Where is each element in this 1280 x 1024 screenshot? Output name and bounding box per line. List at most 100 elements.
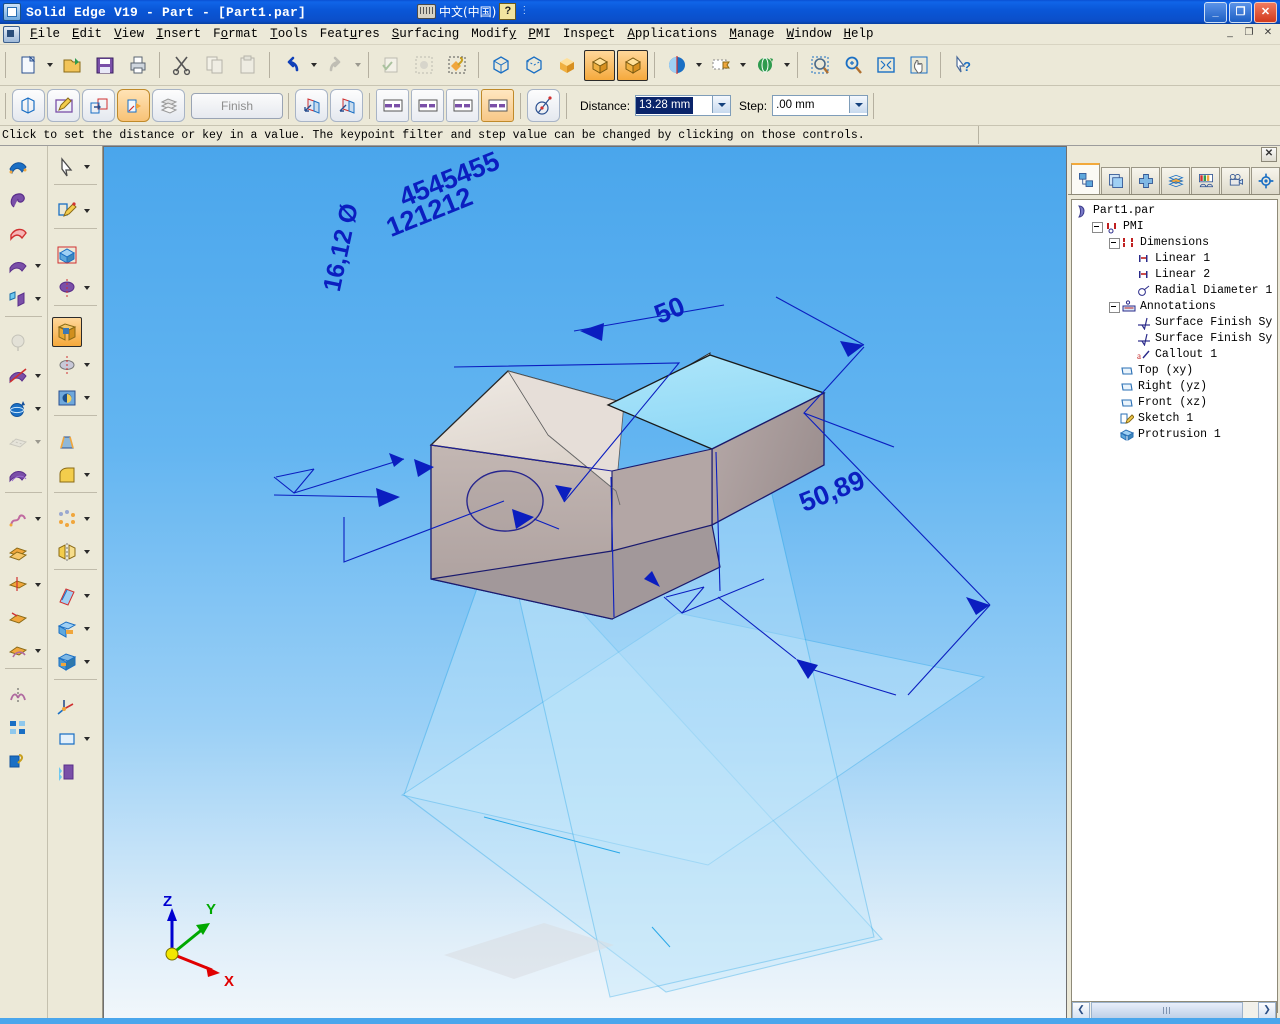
- rotate-view-button[interactable]: [749, 50, 780, 81]
- chevron-down-icon[interactable]: [33, 571, 43, 599]
- cut-button[interactable]: [166, 50, 197, 81]
- feature-pathfinder-tree[interactable]: Part1.par PMI Dimensions Linear 1 Linear 2 Ra…: [1071, 199, 1278, 1013]
- pan-button[interactable]: [903, 50, 934, 81]
- replace-face-button[interactable]: [3, 603, 33, 633]
- round-button[interactable]: [52, 460, 82, 490]
- scroll-right-arrow[interactable]: ❯: [1258, 1002, 1276, 1019]
- tree-collapse-icon[interactable]: [1109, 301, 1120, 313]
- menu-item-format[interactable]: Format: [207, 25, 264, 43]
- fit-button[interactable]: [870, 50, 901, 81]
- chevron-down-icon[interactable]: [82, 461, 92, 489]
- tree-node[interactable]: Part1.par: [1075, 203, 1277, 219]
- mdi-restore-button[interactable]: ❐: [1241, 26, 1257, 41]
- mdi-close-button[interactable]: ✕: [1260, 26, 1276, 41]
- chevron-down-icon[interactable]: [693, 51, 704, 80]
- attach-part-button[interactable]: [441, 50, 472, 81]
- chevron-down-icon[interactable]: [33, 285, 43, 313]
- offset-plane-button[interactable]: [82, 89, 115, 122]
- step-combobox[interactable]: .00 mm: [772, 95, 869, 116]
- select-faces-button[interactable]: [12, 89, 45, 122]
- render-mode-button[interactable]: [661, 50, 692, 81]
- tree-node[interactable]: Linear 2: [1075, 267, 1277, 283]
- tree-collapse-icon[interactable]: [1109, 237, 1120, 249]
- named-view-button[interactable]: [705, 50, 736, 81]
- revolved-cutout-button[interactable]: [52, 350, 82, 380]
- extent-step-button[interactable]: [117, 89, 150, 122]
- menu-item-inspect[interactable]: Inspect: [557, 25, 622, 43]
- pattern-button[interactable]: [52, 504, 82, 534]
- menu-item-surfacing[interactable]: Surfacing: [386, 25, 466, 43]
- distance-combobox[interactable]: 13.28 mm: [635, 95, 732, 116]
- chevron-down-icon[interactable]: [33, 637, 43, 665]
- chevron-down-icon[interactable]: [33, 252, 43, 280]
- chevron-down-icon[interactable]: [33, 395, 43, 423]
- bounded-surface-button[interactable]: [3, 218, 33, 248]
- tree-node[interactable]: Right (yz): [1075, 379, 1277, 395]
- restore-button[interactable]: ❐: [1229, 2, 1252, 23]
- menu-item-file[interactable]: File: [24, 25, 66, 43]
- select-tool-button[interactable]: [52, 152, 82, 182]
- menu-item-window[interactable]: Window: [780, 25, 837, 43]
- chevron-down-icon[interactable]: [308, 51, 319, 80]
- tree-node[interactable]: Sketch 1: [1075, 411, 1277, 427]
- ime-more-icon[interactable]: ⋮: [519, 5, 529, 16]
- offset-surface-button[interactable]: [3, 460, 33, 490]
- finish-button[interactable]: Finish: [191, 92, 283, 119]
- chevron-down-icon[interactable]: [712, 96, 731, 113]
- tree-collapse-icon[interactable]: [1092, 221, 1103, 233]
- chevron-down-icon[interactable]: [82, 648, 92, 676]
- distance-value[interactable]: 13.28 mm: [636, 97, 694, 114]
- parting-split-button[interactable]: [3, 570, 33, 600]
- sketch-button[interactable]: [52, 196, 82, 226]
- direction-one-button[interactable]: [330, 89, 363, 122]
- tree-node[interactable]: Surface Finish Sy: [1075, 315, 1277, 331]
- chevron-down-icon[interactable]: [82, 351, 92, 379]
- smooth-shaded-button[interactable]: [617, 49, 648, 81]
- rib-button[interactable]: [52, 614, 82, 644]
- extend-surface-button[interactable]: [3, 394, 33, 424]
- sweep-surface-button[interactable]: [3, 152, 33, 182]
- pattern-surface-button[interactable]: [3, 713, 33, 743]
- edgebar-close-icon[interactable]: ✕: [1261, 147, 1277, 162]
- ime-indicator[interactable]: 中文(中国) ? ⋮: [415, 2, 531, 21]
- document-icon[interactable]: [3, 25, 20, 43]
- keypoint-filter-button[interactable]: [527, 89, 560, 122]
- trim-surface-button[interactable]: [3, 361, 33, 391]
- coordinate-system-button[interactable]: [52, 691, 82, 721]
- chevron-down-icon[interactable]: [44, 51, 55, 80]
- split-face-button[interactable]: [3, 537, 33, 567]
- sheets-tab[interactable]: [1161, 167, 1190, 194]
- sensors-tab[interactable]: [1191, 167, 1220, 194]
- chevron-down-icon[interactable]: [82, 274, 92, 302]
- mdi-minimize-button[interactable]: _: [1222, 26, 1238, 41]
- open-document-button[interactable]: [56, 50, 87, 81]
- chevron-down-icon[interactable]: [82, 725, 92, 753]
- menu-item-pmi[interactable]: PMI: [522, 25, 557, 43]
- extent-through-next-button[interactable]: [376, 89, 409, 122]
- minimize-button[interactable]: _: [1204, 2, 1227, 23]
- layers-tab[interactable]: [1101, 167, 1130, 194]
- tree-node[interactable]: a Callout 1: [1075, 347, 1277, 363]
- treat-as-set-button[interactable]: [152, 89, 185, 122]
- undo-button[interactable]: [276, 50, 307, 81]
- menu-item-view[interactable]: View: [108, 25, 150, 43]
- family-tab[interactable]: [1131, 167, 1160, 194]
- pathfinder-tab[interactable]: [1071, 163, 1100, 194]
- chevron-down-icon[interactable]: [33, 362, 43, 390]
- tree-node[interactable]: PMI: [1075, 219, 1277, 235]
- zoom-button[interactable]: [837, 50, 868, 81]
- chevron-down-icon[interactable]: [82, 582, 92, 610]
- shaded-view-button[interactable]: [551, 50, 582, 81]
- chevron-down-icon[interactable]: [737, 51, 748, 80]
- menu-item-tools[interactable]: Tools: [264, 25, 314, 43]
- scroll-thumb[interactable]: [1091, 1002, 1243, 1019]
- shaded-with-edges-button[interactable]: [584, 49, 615, 81]
- chevron-down-icon[interactable]: [849, 96, 868, 113]
- graphics-viewport[interactable]: 4545455 121212 16,12 Ø 50 50,89 Z Y X: [104, 147, 1066, 1023]
- curve-tools-button[interactable]: [3, 504, 33, 534]
- draft-button[interactable]: [52, 427, 82, 457]
- menu-item-manage[interactable]: Manage: [723, 25, 780, 43]
- new-document-button[interactable]: [12, 50, 43, 81]
- extent-from-to-button[interactable]: [446, 89, 479, 122]
- copy-surface-button[interactable]: [3, 284, 33, 314]
